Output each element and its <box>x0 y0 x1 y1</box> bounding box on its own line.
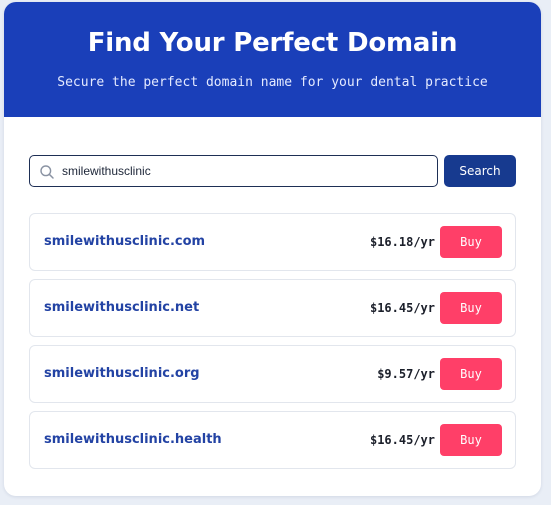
domain-name[interactable]: smilewithusclinic.health <box>44 412 222 468</box>
search-input[interactable] <box>62 156 422 186</box>
page-title: Find Your Perfect Domain <box>87 28 458 58</box>
domain-name[interactable]: smilewithusclinic.com <box>44 214 205 270</box>
result-row: smilewithusclinic.com $16.18/yr Buy <box>29 213 516 271</box>
buy-button[interactable]: Buy <box>440 226 502 258</box>
domain-name[interactable]: smilewithusclinic.org <box>44 346 200 402</box>
results-list: smilewithusclinic.com $16.18/yr Buy smil… <box>29 213 516 477</box>
buy-button[interactable]: Buy <box>440 358 502 390</box>
domain-price: $16.45/yr <box>369 301 435 315</box>
result-row: smilewithusclinic.net $16.45/yr Buy <box>29 279 516 337</box>
buy-button[interactable]: Buy <box>440 424 502 456</box>
search-box[interactable] <box>29 155 438 187</box>
search-button[interactable]: Search <box>444 155 516 187</box>
domain-price: $9.57/yr <box>377 367 435 381</box>
result-row: smilewithusclinic.health $16.45/yr Buy <box>29 411 516 469</box>
domain-name[interactable]: smilewithusclinic.net <box>44 280 199 336</box>
page-subtitle: Secure the perfect domain name for your … <box>57 75 488 90</box>
search-icon <box>40 165 54 179</box>
domain-search-card: Find Your Perfect Domain Secure the perf… <box>4 2 541 496</box>
hero-banner: Find Your Perfect Domain Secure the perf… <box>4 2 541 117</box>
result-row: smilewithusclinic.org $9.57/yr Buy <box>29 345 516 403</box>
buy-button[interactable]: Buy <box>440 292 502 324</box>
domain-price: $16.18/yr <box>369 235 435 249</box>
search-row: Search <box>29 155 516 187</box>
domain-price: $16.45/yr <box>369 433 435 447</box>
